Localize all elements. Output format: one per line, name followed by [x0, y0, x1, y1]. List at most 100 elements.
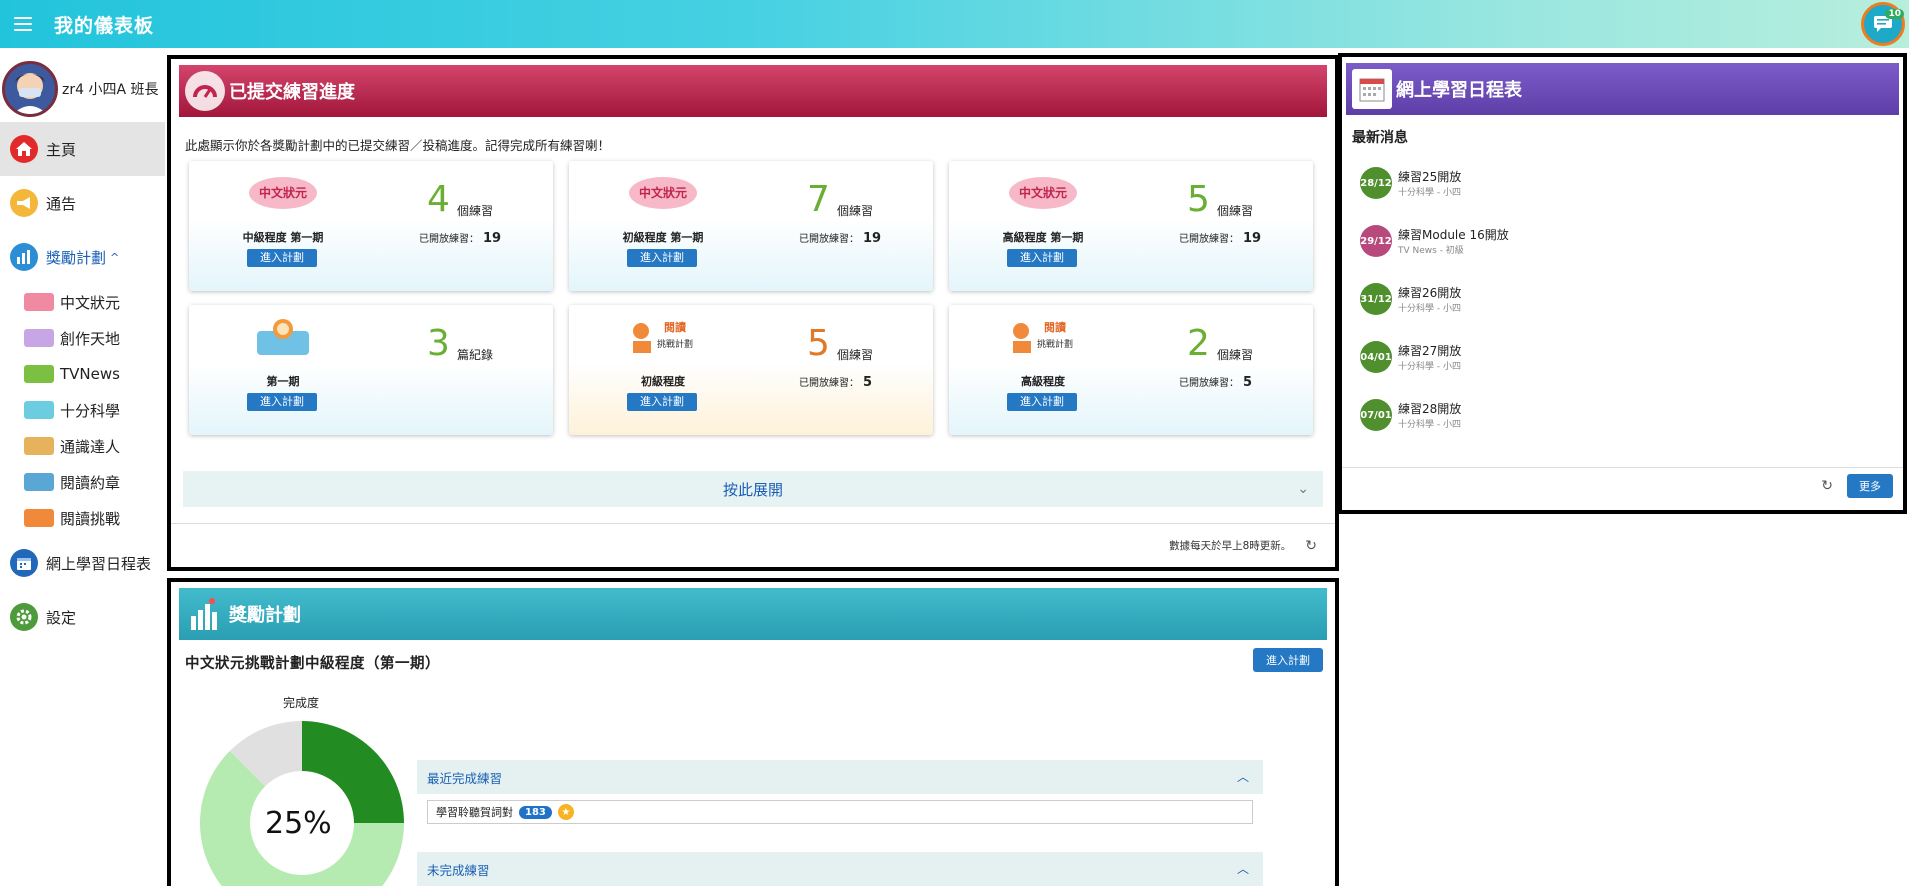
sidebar-item-cn[interactable]: 中文狀元	[0, 284, 165, 320]
recent-done-item[interactable]: 學習聆聽賀詞對 183 ★	[427, 800, 1253, 824]
card-open-label: 已開放練習：	[1179, 378, 1239, 389]
nav-notice-label: 通告	[46, 194, 77, 213]
card-unit: 個練習	[837, 204, 874, 218]
challenge-logo-text: 挑戰計劃	[1037, 338, 1073, 350]
schedule-panel-header: 網上學習日程表	[1346, 63, 1899, 115]
refresh-icon[interactable]: ↻	[1305, 538, 1317, 554]
nav-settings-label: 設定	[46, 608, 77, 627]
star-icon: ★	[557, 804, 574, 820]
creative-logo-icon	[24, 329, 54, 347]
cn-champion-logo: 中文狀元	[1007, 173, 1079, 213]
progress-panel-title: 已提交練習進度	[229, 82, 355, 103]
nav-schedule[interactable]: 網上學習日程表	[0, 536, 165, 590]
sidebar-item-tvnews[interactable]: TVNews	[0, 356, 165, 392]
card-unit: 篇紀錄	[457, 348, 494, 362]
sidebar-item-reading[interactable]: 閱讀約章	[0, 464, 165, 500]
card-count: 5	[807, 323, 830, 364]
news-date: 04/01	[1360, 341, 1392, 373]
news-sub: 十分科學 - 小四	[1398, 362, 1461, 372]
progress-panel-header: 已提交練習進度	[179, 65, 1327, 117]
menu-icon[interactable]	[14, 17, 32, 31]
progress-card: 中文狀元 初級程度 第一期 進入計劃 7 個練習 已開放練習： 19	[569, 161, 933, 291]
update-note: 數據每天於早上8時更新。	[1169, 540, 1292, 552]
news-sub: 十分科學 - 小四	[1398, 304, 1461, 314]
sidebar-item-label: 中文狀元	[60, 293, 121, 312]
progress-panel: 已提交練習進度 此處顯示你於各獎勵計劃中的已提交練習／投稿進度。記得完成所有練習…	[167, 55, 1339, 571]
enter-plan-button[interactable]: 進入計劃	[247, 249, 317, 267]
cn-champion-logo: 中文狀元	[627, 173, 699, 213]
tv-icon	[24, 365, 54, 383]
news-item[interactable]: 28/12 練習25開放 十分科學 - 小四	[1360, 167, 1461, 199]
reading-challenge-logo: 閱讀 挑戰計劃	[1007, 317, 1079, 357]
sidebar-item-label: 十分科學	[60, 401, 121, 420]
not-done-label: 未完成練習	[427, 862, 490, 878]
news-date: 29/12	[1360, 225, 1392, 257]
reading-charter-logo	[247, 317, 319, 357]
expand-button[interactable]: 按此展開 ⌄	[183, 471, 1323, 507]
card-count: 3	[427, 323, 450, 364]
card-open-label: 已開放練習：	[799, 234, 859, 245]
news-item[interactable]: 31/12 練習26開放 十分科學 - 小四	[1360, 283, 1461, 315]
card-unit: 個練習	[457, 204, 494, 218]
cn-logo-text: 中文狀元	[639, 185, 687, 200]
science-logo-icon	[24, 401, 54, 419]
news-item[interactable]: 07/01 練習28開放 十分科學 - 小四	[1360, 399, 1461, 431]
nav-notice[interactable]: 通告	[0, 176, 165, 230]
recent-done-accordion[interactable]: 最近完成練習 ︿	[417, 760, 1263, 794]
sidebar-item-general[interactable]: 通識達人	[0, 428, 165, 464]
progress-card: 閱讀 挑戰計劃 高級程度 進入計劃 2 個練習 已開放練習： 5	[949, 305, 1313, 435]
news-title: 練習27開放	[1398, 344, 1462, 358]
enter-plan-button[interactable]: 進入計劃	[247, 393, 317, 411]
read-logo-text: 閱讀	[664, 320, 686, 334]
card-open-count: 5	[1243, 375, 1253, 390]
refresh-icon[interactable]: ↻	[1821, 478, 1833, 494]
message-count-badge: 10	[1885, 9, 1904, 19]
recent-done-label: 最近完成練習	[427, 770, 503, 786]
sidebar-item-reading-challenge[interactable]: 閱讀挑戰	[0, 500, 165, 536]
progress-card: 中文狀元 高級程度 第一期 進入計劃 5 個練習 已開放練習： 19	[949, 161, 1313, 291]
sidebar-item-label: TVNews	[60, 365, 120, 383]
enter-plan-button[interactable]: 進入計劃	[627, 393, 697, 411]
schedule-panel-title: 網上學習日程表	[1396, 80, 1522, 101]
latest-news-title: 最新消息	[1352, 130, 1408, 146]
messages-button[interactable]: 10	[1861, 2, 1905, 46]
not-done-accordion[interactable]: 未完成練習 ︿	[417, 852, 1263, 886]
completion-label: 完成度	[283, 696, 320, 710]
news-title: 練習26開放	[1398, 286, 1462, 300]
card-unit: 個練習	[837, 348, 874, 362]
card-level: 高級程度 第一期	[1002, 231, 1084, 244]
news-date: 07/01	[1360, 399, 1392, 431]
schedule-footer: ↻ 更多	[1342, 467, 1903, 507]
enter-plan-button[interactable]: 進入計劃	[1253, 648, 1323, 672]
reward-panel-title: 獎勵計劃	[229, 605, 301, 626]
news-item[interactable]: 29/12 練習Module 16開放 TV News - 初級	[1360, 225, 1509, 257]
enter-plan-button[interactable]: 進入計劃	[1007, 393, 1077, 411]
nav-settings[interactable]: 設定	[0, 590, 165, 644]
home-icon	[10, 135, 38, 163]
sidebar-item-science[interactable]: 十分科學	[0, 392, 165, 428]
news-sub: TV News - 初級	[1398, 246, 1464, 256]
card-open: 已開放練習： 19	[799, 230, 881, 246]
reward-plan-title: 中文狀元挑戰計劃中級程度（第一期）	[185, 656, 440, 672]
sidebar-item-creative[interactable]: 創作天地	[0, 320, 165, 356]
chevron-up-icon: ︿	[1236, 770, 1249, 784]
nav-home[interactable]: 主頁	[0, 122, 165, 176]
enter-plan-button[interactable]: 進入計劃	[1007, 249, 1077, 267]
enter-plan-button[interactable]: 進入計劃	[627, 249, 697, 267]
card-unit: 個練習	[1217, 204, 1254, 218]
more-button[interactable]: 更多	[1847, 474, 1893, 498]
reward-panel-header: 獎勵計劃	[179, 588, 1327, 640]
card-open-count: 19	[483, 231, 502, 246]
update-row: 數據每天於早上8時更新。 ↻	[171, 523, 1335, 567]
card-level: 高級程度	[1021, 375, 1065, 388]
sidebar-item-label: 閱讀挑戰	[60, 509, 121, 528]
news-title: 練習Module 16開放	[1398, 228, 1509, 242]
reading-logo-icon	[24, 473, 54, 491]
progress-card: 閱讀 挑戰計劃 初級程度 進入計劃 5 個練習 已開放練習： 5	[569, 305, 933, 435]
nav-rewards[interactable]: 獎勵計劃 ^	[0, 230, 165, 284]
news-item[interactable]: 04/01 練習27開放十分科學 - 小四	[1360, 341, 1461, 373]
user-profile[interactable]: zr4 小四A 班長	[0, 56, 165, 122]
card-open-label: 已開放練習：	[1179, 234, 1239, 245]
top-bar: 我的儀表板 10	[0, 0, 1909, 48]
card-open-count: 19	[863, 231, 882, 246]
